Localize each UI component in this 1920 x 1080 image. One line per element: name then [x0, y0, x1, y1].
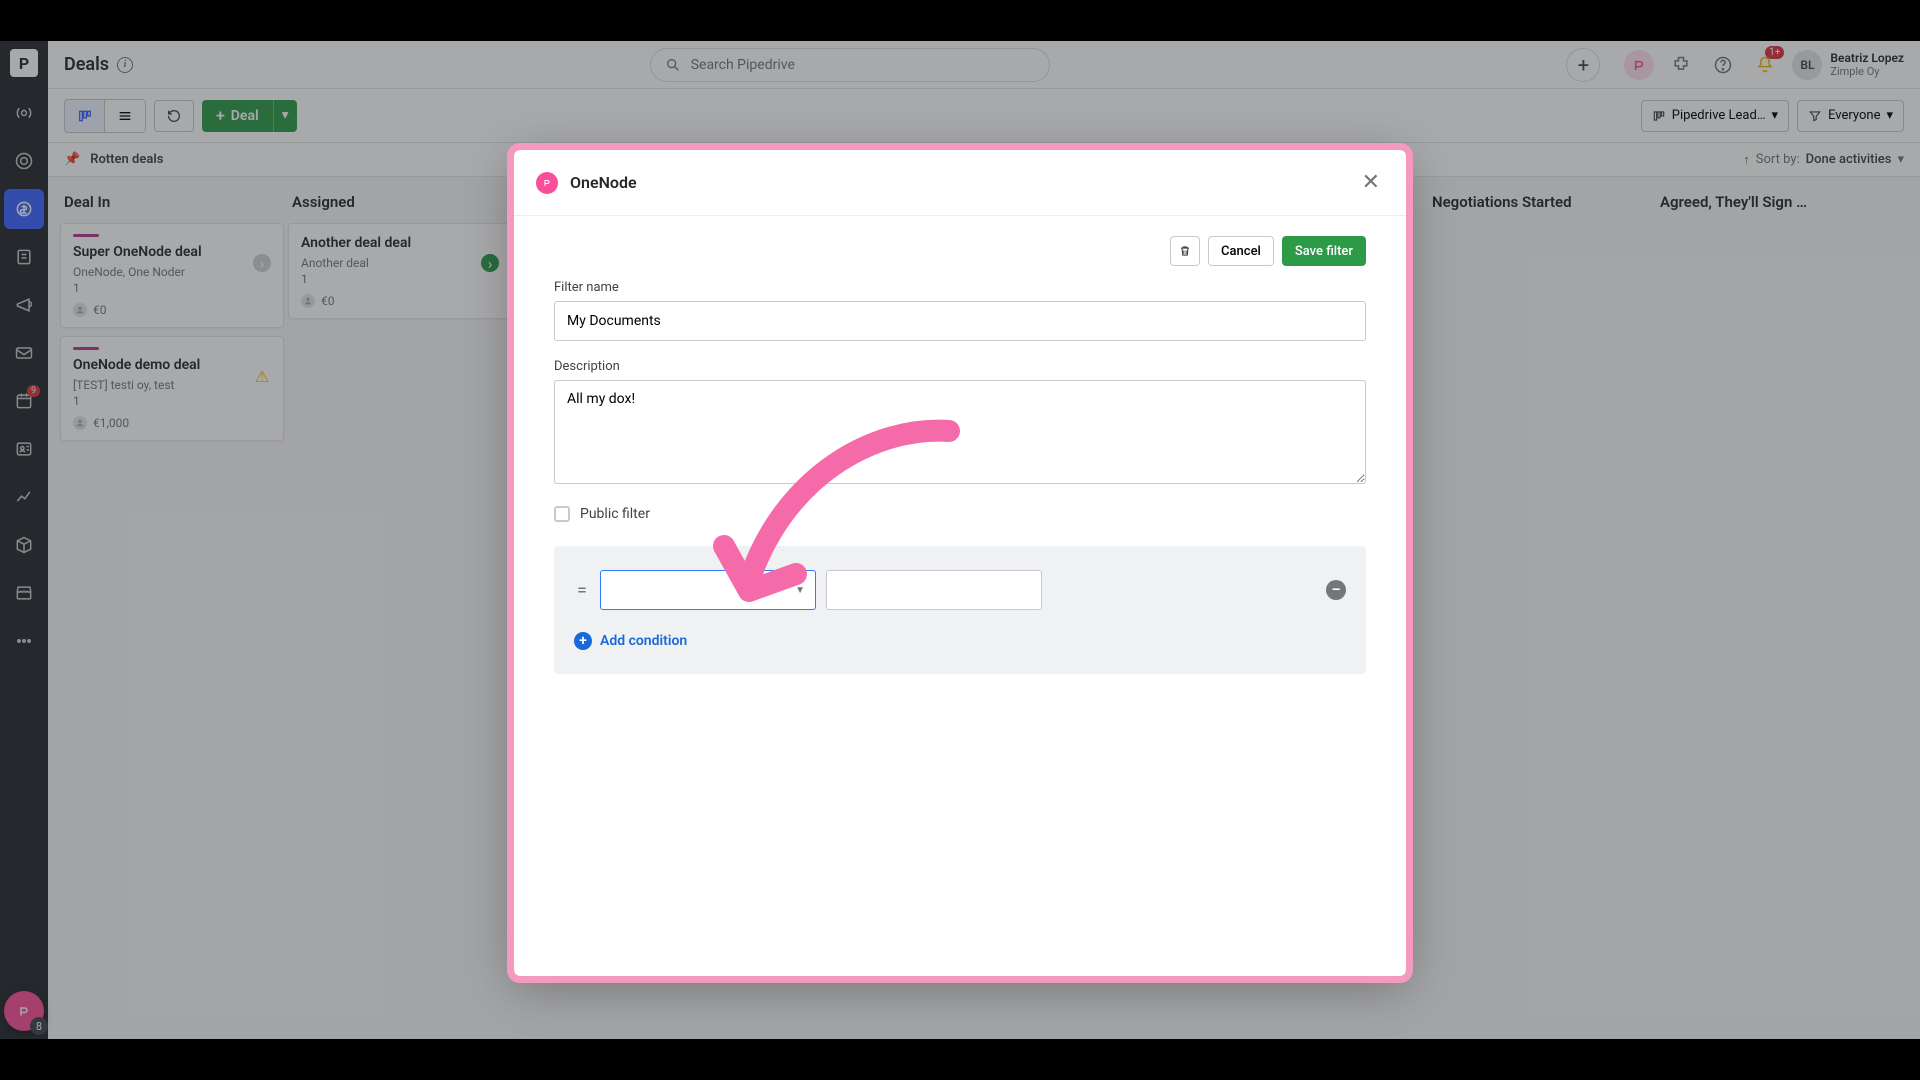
chevron-down-icon: ▼: [795, 585, 805, 596]
onenode-logo-icon: [536, 172, 558, 194]
filter-name-input[interactable]: [554, 301, 1366, 341]
condition-value-input[interactable]: [826, 570, 1042, 610]
conditions-panel: = ▼ – + Add condition: [554, 546, 1366, 674]
public-filter-label: Public filter: [580, 506, 650, 522]
add-condition-label: Add condition: [600, 633, 687, 649]
description-input[interactable]: [554, 380, 1366, 484]
description-label: Description: [554, 359, 1366, 374]
cancel-button[interactable]: Cancel: [1208, 236, 1274, 266]
modal-actions: Cancel Save filter: [554, 236, 1366, 266]
close-button[interactable]: ✕: [1358, 166, 1384, 199]
add-condition-button[interactable]: + Add condition: [574, 632, 1346, 650]
public-filter-checkbox[interactable]: Public filter: [554, 506, 1366, 522]
modal-header: OneNode ✕: [514, 150, 1406, 216]
remove-condition-button[interactable]: –: [1326, 580, 1346, 600]
plus-icon: +: [574, 632, 592, 650]
filter-modal: OneNode ✕ Cancel Save filter Filter name…: [514, 150, 1406, 976]
filter-name-label: Filter name: [554, 280, 1366, 295]
save-filter-button[interactable]: Save filter: [1282, 236, 1366, 266]
checkbox-icon: [554, 506, 570, 522]
condition-field-select[interactable]: ▼: [600, 570, 816, 610]
operator-label: =: [574, 580, 590, 601]
modal-title: OneNode: [570, 173, 637, 192]
delete-filter-button[interactable]: [1170, 236, 1200, 266]
condition-row: = ▼ –: [574, 570, 1346, 610]
modal-body: Cancel Save filter Filter name Descripti…: [514, 216, 1406, 976]
